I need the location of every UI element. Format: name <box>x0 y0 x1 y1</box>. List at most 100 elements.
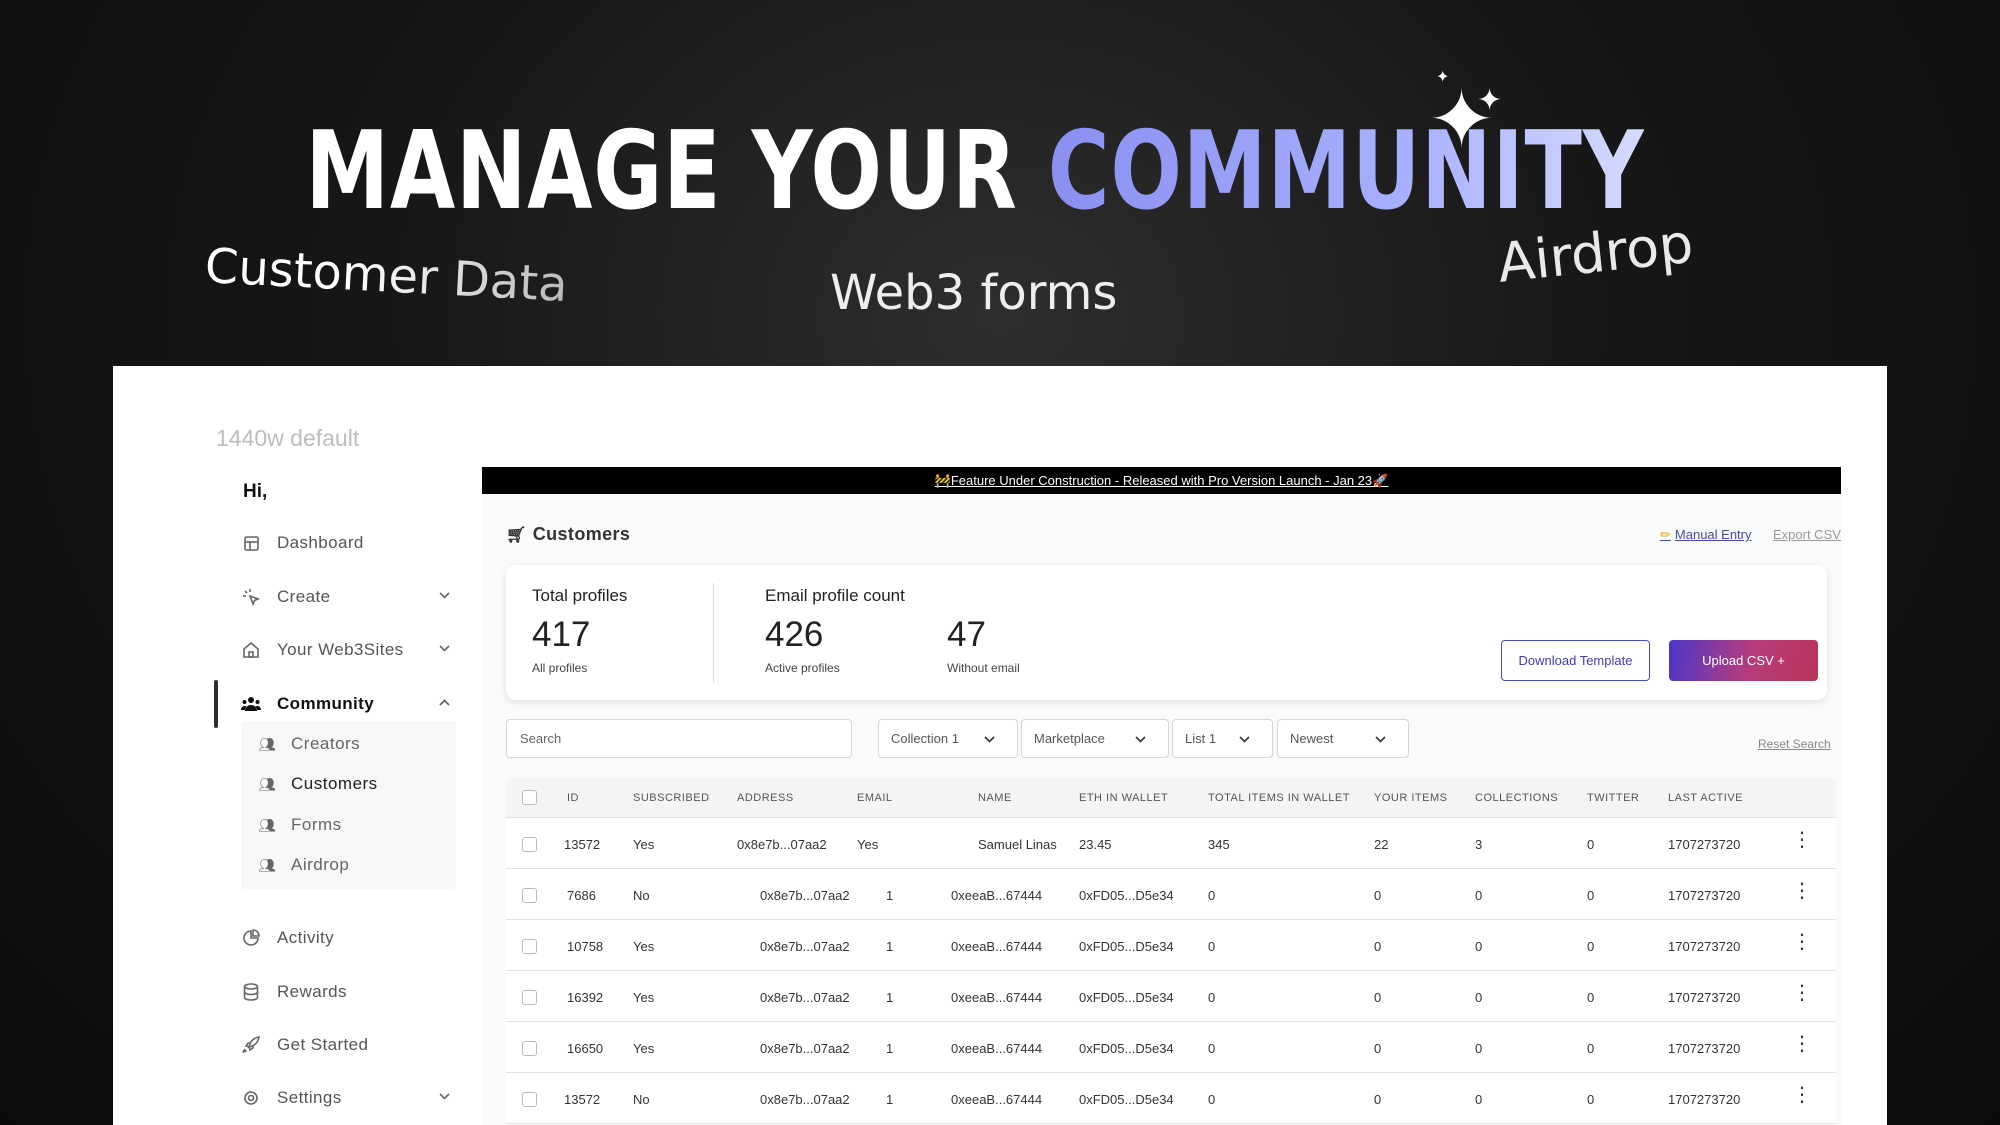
cell-address: 0x8e7b...07aa2 <box>737 837 827 852</box>
chevron-down-icon <box>1239 732 1250 746</box>
users-icon: 👥︎ <box>258 775 277 792</box>
column-header[interactable]: YOUR ITEMS <box>1374 792 1447 804</box>
more-options-icon[interactable]: ⋮ <box>1792 1034 1812 1054</box>
cell-eth: 0xFD05...D5e34 <box>1079 888 1174 903</box>
cell-total-items: 345 <box>1208 837 1230 852</box>
cell-collections: 0 <box>1475 990 1483 1005</box>
cell-email: 1 <box>886 939 894 954</box>
list-dropdown[interactable]: List 1 <box>1172 719 1273 758</box>
column-header[interactable]: COLLECTIONS <box>1475 792 1558 804</box>
sidebar-item-your-web3sites[interactable]: Your Web3Sites <box>216 630 461 670</box>
manual-entry-label: Manual Entry <box>1674 527 1752 542</box>
cell-email: 1 <box>886 990 894 1005</box>
cell-your-items: 22 <box>1374 837 1389 852</box>
sidebar-item-label: Activity <box>277 928 335 947</box>
download-template-button[interactable]: Download Template <box>1501 640 1650 681</box>
sidebar-item-dashboard[interactable]: Dashboard <box>216 523 461 563</box>
cell-email: 1 <box>886 1092 894 1107</box>
column-header[interactable]: ETH IN WALLET <box>1079 792 1168 804</box>
sort-dropdown[interactable]: Newest <box>1277 719 1409 758</box>
without-email-sub: Without email <box>947 661 1020 675</box>
row-checkbox[interactable] <box>522 990 537 1005</box>
search-placeholder: Search <box>520 731 562 746</box>
pie-chart-icon <box>241 928 261 948</box>
sidebar-item-label: Your Web3Sites <box>277 640 404 659</box>
table-row[interactable]: 13572 Yes 0x8e7b...07aa2 Yes Samuel Lina… <box>506 818 1836 869</box>
cell-your-items: 0 <box>1374 888 1382 903</box>
column-header[interactable]: TOTAL ITEMS IN WALLET <box>1208 792 1350 804</box>
table-row[interactable]: 16650 Yes 0x8e7b...07aa2 1 0xeeaB...6744… <box>506 1022 1836 1073</box>
sidebar-item-label: Rewards <box>277 982 347 1001</box>
sparkle-icon: ✦ <box>1477 84 1503 117</box>
column-header[interactable]: ADDRESS <box>737 792 794 804</box>
greeting: Hi, <box>243 481 268 502</box>
more-options-icon[interactable]: ⋮ <box>1792 932 1812 952</box>
page-title-text: Customers <box>532 524 631 544</box>
hero-title-accent: COMMUNITY <box>1047 109 1645 234</box>
cell-eth: 0xFD05...D5e34 <box>1079 1092 1174 1107</box>
manual-entry-link[interactable]: ✏︎ Manual Entry <box>1660 527 1752 543</box>
sidebar-item-create[interactable]: Create <box>216 577 461 617</box>
more-options-icon[interactable]: ⋮ <box>1792 881 1812 901</box>
frame-label: 1440w default <box>216 425 360 451</box>
column-header[interactable]: ID <box>567 792 579 804</box>
column-header[interactable]: LAST ACTIVE <box>1668 792 1743 804</box>
chevron-up-icon <box>437 695 451 709</box>
more-options-icon[interactable]: ⋮ <box>1792 1085 1812 1105</box>
subnav-item-creators[interactable]: 👥︎ Creators <box>258 729 360 759</box>
marketplace-dropdown[interactable]: Marketplace <box>1021 719 1169 758</box>
cell-twitter: 0 <box>1587 837 1595 852</box>
column-header[interactable]: EMAIL <box>857 792 893 804</box>
construction-banner: 🚧Feature Under Construction - Released w… <box>482 467 1841 494</box>
app-screenshot-panel: 1440w default Hi, Dashboard Create Your … <box>113 366 1887 1125</box>
reset-search-link[interactable]: Reset Search <box>1758 737 1831 751</box>
active-profiles-sub: Active profiles <box>765 661 840 675</box>
table-row[interactable]: 10758 Yes 0x8e7b...07aa2 1 0xeeaB...6744… <box>506 920 1836 971</box>
upload-csv-button[interactable]: Upload CSV + <box>1669 640 1818 681</box>
sidebar-item-rewards[interactable]: Rewards <box>216 972 461 1012</box>
table-row[interactable]: 16392 Yes 0x8e7b...07aa2 1 0xeeaB...6744… <box>506 971 1836 1022</box>
sidebar-item-settings[interactable]: Settings <box>216 1078 461 1118</box>
cell-address: 0x8e7b...07aa2 <box>760 990 850 1005</box>
sidebar-item-community[interactable]: Community <box>214 680 461 728</box>
row-checkbox[interactable] <box>522 837 537 852</box>
cell-address: 0x8e7b...07aa2 <box>760 1092 850 1107</box>
sidebar-item-activity[interactable]: Activity <box>216 918 461 958</box>
search-input[interactable]: Search <box>506 719 852 758</box>
hero-title: MANAGE YOUR COMMUNITY <box>215 118 1736 226</box>
subnav-item-forms[interactable]: 👥︎ Forms <box>258 810 342 840</box>
table-row[interactable]: 7686 No 0x8e7b...07aa2 1 0xeeaB...67444 … <box>506 869 1836 920</box>
cell-twitter: 0 <box>1587 1092 1595 1107</box>
cell-your-items: 0 <box>1374 990 1382 1005</box>
cell-collections: 0 <box>1475 939 1483 954</box>
users-icon: 👥︎ <box>258 816 277 833</box>
row-checkbox[interactable] <box>522 888 537 903</box>
select-all-checkbox[interactable] <box>522 790 537 805</box>
row-checkbox[interactable] <box>522 1092 537 1107</box>
more-options-icon[interactable]: ⋮ <box>1792 830 1812 850</box>
table-row[interactable]: 13572 No 0x8e7b...07aa2 1 0xeeaB...67444… <box>506 1073 1836 1124</box>
cell-twitter: 0 <box>1587 990 1595 1005</box>
row-checkbox[interactable] <box>522 939 537 954</box>
column-header[interactable]: SUBSCRIBED <box>633 792 710 804</box>
subnav-item-label: Forms <box>291 815 342 834</box>
cell-id: 10758 <box>567 939 604 954</box>
subnav-item-customers[interactable]: 👥︎ Customers <box>258 769 378 799</box>
customers-table: ID SUBSCRIBED ADDRESS EMAIL NAME ETH IN … <box>506 778 1836 1125</box>
column-header[interactable]: TWITTER <box>1587 792 1639 804</box>
cursor-click-icon <box>241 587 261 607</box>
list-value: List 1 <box>1185 731 1217 746</box>
home-icon <box>241 640 261 660</box>
chevron-down-icon <box>437 588 451 602</box>
cell-name: 0xeeaB...67444 <box>951 888 1043 903</box>
more-options-icon[interactable]: ⋮ <box>1792 983 1812 1003</box>
main-content: 🚧Feature Under Construction - Released w… <box>482 467 1841 1125</box>
sidebar-item-get-started[interactable]: Get Started <box>216 1025 461 1065</box>
sidebar-item-label: Get Started <box>277 1035 369 1054</box>
row-checkbox[interactable] <box>522 1041 537 1056</box>
subnav-item-airdrop[interactable]: 👥︎ Airdrop <box>258 850 349 880</box>
collection-dropdown[interactable]: Collection 1 <box>878 719 1018 758</box>
export-csv-link[interactable]: Export CSV <box>1773 527 1841 542</box>
column-header[interactable]: NAME <box>978 792 1012 804</box>
cell-total-items: 0 <box>1208 1092 1216 1107</box>
